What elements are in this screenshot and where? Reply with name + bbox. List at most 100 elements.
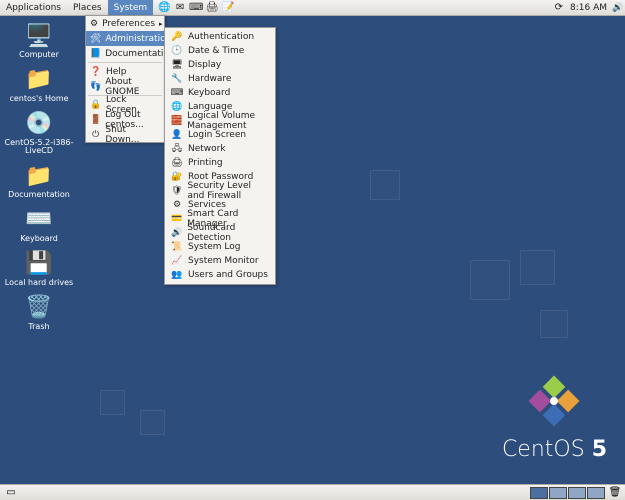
menu-places[interactable]: Places	[67, 0, 108, 15]
menu-item-icon: 📘	[90, 48, 101, 60]
admin-item-label: Network	[188, 144, 226, 154]
centos-brand-text: CentOS 5	[502, 437, 607, 462]
livecd-icon: 💿	[23, 110, 55, 138]
desktop-icon-label: Documentation	[8, 191, 70, 200]
wallpaper-decoration	[140, 410, 165, 435]
system-menu-item[interactable]: 🛠Administration▸	[86, 31, 164, 46]
admin-item-icon: 🖥	[171, 59, 183, 71]
menu-item-label: Preferences	[102, 19, 155, 29]
workspace-2[interactable]	[549, 487, 567, 499]
desktop-icon-label: centos's Home	[9, 95, 68, 104]
launcher-terminal-icon[interactable]: ⌨	[189, 2, 203, 14]
desktop-icons: 🖥️Computer📁centos's Home💿CentOS-5.2-i386…	[4, 22, 74, 331]
local-drives-icon: 💾	[23, 250, 55, 278]
launcher-browser-icon[interactable]: 🌐	[157, 2, 171, 14]
admin-menu-item[interactable]: 🔧Hardware	[165, 72, 275, 86]
panel-menubar: Applications Places System	[0, 0, 153, 15]
show-desktop-button[interactable]: ▭	[2, 486, 20, 500]
admin-menu-item[interactable]: 🔊 Soundcard Detection	[165, 226, 275, 240]
admin-item-label: Date & Time	[188, 46, 244, 56]
admin-menu-item[interactable]: 👥Users and Groups	[165, 268, 275, 282]
wallpaper-decoration	[100, 390, 125, 415]
launcher-mail-icon[interactable]: ✉	[173, 2, 187, 14]
admin-menu-item[interactable]: ⌨Keyboard	[165, 86, 275, 100]
menu-item-icon: ⚙	[90, 18, 98, 30]
wallpaper-decoration	[370, 170, 400, 200]
admin-item-label: Authentication	[188, 32, 254, 42]
trash-icon: 🗑️	[23, 294, 55, 322]
centos-logo-icon	[524, 373, 584, 429]
menu-applications[interactable]: Applications	[0, 0, 67, 15]
workspace-1[interactable]	[530, 487, 548, 499]
menu-places-label: Places	[73, 3, 102, 13]
desktop-icon-label: CentOS-5.2-i386-LiveCD	[4, 139, 74, 157]
admin-item-label: System Log	[188, 242, 241, 252]
system-menu-item[interactable]: ⏻ Shut Down...	[86, 127, 164, 142]
workspace-3[interactable]	[568, 487, 586, 499]
admin-item-label: Users and Groups	[188, 270, 268, 280]
desktop-icon-livecd[interactable]: 💿CentOS-5.2-i386-LiveCD	[4, 110, 74, 157]
desktop-icon-keyboard[interactable]: ⌨️Keyboard	[4, 206, 74, 244]
admin-menu-item[interactable]: 🕒 Date & Time	[165, 44, 275, 58]
admin-item-label: Login Screen	[188, 130, 246, 140]
launcher-print-icon[interactable]: 🖨	[205, 2, 219, 14]
wallpaper-decoration	[470, 260, 510, 300]
desktop-icon-computer[interactable]: 🖥️Computer	[4, 22, 74, 60]
admin-item-icon: 🔐	[171, 171, 183, 183]
admin-menu-item[interactable]: 🖧 Network	[165, 142, 275, 156]
admin-item-label: Keyboard	[188, 88, 230, 98]
desktop-icon-label: Trash	[28, 323, 49, 332]
top-panel: Applications Places System 🌐 ✉ ⌨ 🖨 📝 ⟳ 8…	[0, 0, 625, 16]
documentation-icon: 📁	[23, 162, 55, 190]
trash-applet-icon[interactable]: 🗑	[607, 487, 623, 498]
workspace-4[interactable]	[587, 487, 605, 499]
admin-item-icon: 📜	[171, 241, 183, 253]
update-notifier-icon[interactable]: ⟳	[552, 2, 566, 13]
desktop-icon-label: Local hard drives	[5, 279, 73, 288]
panel-clock[interactable]: 8:16 AM	[566, 3, 611, 13]
menu-item-icon: ❓	[90, 66, 102, 78]
admin-item-icon: 🖨	[171, 157, 183, 169]
admin-item-icon: 🌐	[171, 101, 183, 113]
admin-menu-item[interactable]: 🔑 Authentication	[165, 30, 275, 44]
menu-applications-label: Applications	[6, 3, 61, 13]
desktop-icon-label: Computer	[19, 51, 59, 60]
admin-menu-item[interactable]: 🧱Logical Volume Management	[165, 114, 275, 128]
brand-name: CentOS	[502, 437, 585, 462]
admin-item-label: Printing	[188, 158, 223, 168]
wallpaper-decoration	[540, 310, 568, 338]
desktop-icon-local-drives[interactable]: 💾Local hard drives	[4, 250, 74, 288]
admin-item-icon: 🕒	[171, 45, 183, 57]
admin-menu-item[interactable]: 🖥Display	[165, 58, 275, 72]
desktop-icon-home[interactable]: 📁centos's Home	[4, 66, 74, 104]
system-menu-item[interactable]: 📘Documentation▸	[86, 46, 164, 61]
submenu-arrow-icon: ▸	[159, 20, 163, 28]
admin-item-icon: 📈	[171, 255, 183, 267]
system-menu-item[interactable]: 👣About GNOME	[86, 79, 164, 94]
admin-item-icon: 🛡	[171, 185, 182, 197]
admin-item-label: Logical Volume Management	[187, 111, 269, 131]
brand-version: 5	[592, 437, 607, 462]
system-menu-item[interactable]: ⚙ Preferences ▸	[86, 16, 164, 31]
admin-menu-item[interactable]: 🛡Security Level and Firewall	[165, 184, 275, 198]
admin-menu-item[interactable]: 🖨 Printing	[165, 156, 275, 170]
menu-item-icon: 🔒	[90, 99, 102, 111]
menu-system[interactable]: System	[108, 0, 154, 15]
admin-menu-item[interactable]: 📈System Monitor	[165, 254, 275, 268]
admin-item-icon: 💳	[171, 213, 182, 225]
desktop-icon-trash[interactable]: 🗑️Trash	[4, 294, 74, 332]
bottom-panel: ▭ 🗑	[0, 484, 625, 500]
volume-icon[interactable]: 🔊	[611, 3, 625, 13]
menu-item-label: Shut Down...	[105, 125, 160, 145]
wallpaper-decoration	[520, 250, 555, 285]
panel-launchers: 🌐 ✉ ⌨ 🖨 📝	[157, 2, 235, 14]
clock-label: 8:16 AM	[570, 3, 607, 13]
admin-item-icon: 🖧	[171, 143, 183, 155]
admin-item-icon: 🔑	[171, 31, 183, 43]
admin-item-icon: 🔊	[171, 227, 182, 239]
launcher-notes-icon[interactable]: 📝	[221, 2, 235, 14]
desktop-icon-documentation[interactable]: 📁Documentation	[4, 162, 74, 200]
admin-item-icon: 👤	[171, 129, 183, 141]
menu-item-icon: ⏻	[90, 129, 101, 141]
admin-item-label: Soundcard Detection	[187, 223, 269, 243]
